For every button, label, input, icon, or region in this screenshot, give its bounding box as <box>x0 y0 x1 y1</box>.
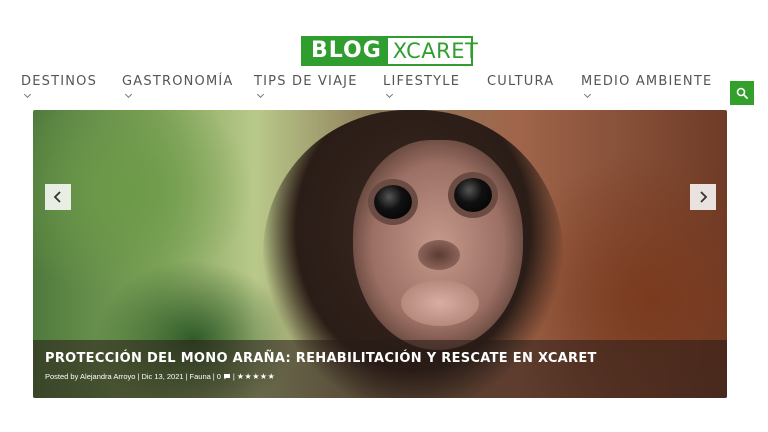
chevron-down-icon <box>583 90 592 99</box>
nav-item-label: DESTINOS <box>21 74 98 89</box>
nav-item-label: GASTRONOMÍA <box>122 74 234 89</box>
monkey-eye <box>454 178 492 212</box>
chevron-down-icon <box>385 90 394 99</box>
chevron-down-icon <box>124 90 133 99</box>
nav-item-label: CULTURA <box>487 74 555 89</box>
meta-separator: | <box>137 372 140 381</box>
nav-item-label: MEDIO AMBIENTE <box>581 74 713 89</box>
comment-count[interactable]: 0 <box>217 372 221 381</box>
logo-blog-text: BLOG <box>303 38 388 64</box>
meta-separator: | <box>212 372 215 381</box>
slide-caption: PROTECCIÓN DEL MONO ARAÑA: REHABILITACIÓ… <box>33 340 727 398</box>
chevron-left-icon <box>53 191 61 203</box>
featured-slider[interactable]: PROTECCIÓN DEL MONO ARAÑA: REHABILITACIÓ… <box>33 110 727 398</box>
slide-meta: Posted by Alejandra Arroyo | Dic 13, 202… <box>45 372 715 381</box>
nav-item-tips-de-viaje[interactable]: TIPS DE VIAJE <box>254 74 358 99</box>
rating-stars: ★★★★★ <box>236 372 276 381</box>
nav-item-lifestyle[interactable]: LIFESTYLE <box>383 74 461 99</box>
slider-prev-button[interactable] <box>45 184 71 210</box>
nav-item-gastronomia[interactable]: GASTRONOMÍA <box>122 74 234 99</box>
site-logo[interactable]: BLOG XCARET <box>301 36 478 66</box>
logo-xcaret-text: XCARET <box>392 39 479 63</box>
comment-icon <box>223 374 230 380</box>
meta-separator: | <box>232 372 235 381</box>
nav-item-destinos[interactable]: DESTINOS <box>21 74 98 99</box>
search-button[interactable] <box>730 81 754 105</box>
meta-separator: | <box>185 372 188 381</box>
chevron-down-icon <box>256 90 265 99</box>
chevron-down-icon <box>23 90 32 99</box>
main-nav: DESTINOS GASTRONOMÍA TIPS DE VIAJE LIFES… <box>0 74 768 100</box>
nav-item-medio-ambiente[interactable]: MEDIO AMBIENTE <box>581 74 713 99</box>
chevron-right-icon <box>700 191 708 203</box>
nav-item-cultura[interactable]: CULTURA <box>487 74 554 89</box>
search-icon <box>736 87 748 99</box>
post-author[interactable]: Posted by Alejandra Arroyo <box>45 372 135 381</box>
nav-item-label: TIPS DE VIAJE <box>254 74 358 89</box>
monkey-nose <box>418 240 460 270</box>
post-category[interactable]: Fauna <box>190 372 211 381</box>
slider-next-button[interactable] <box>690 184 716 210</box>
monkey-mouth <box>401 280 479 326</box>
nav-item-label: LIFESTYLE <box>383 74 461 89</box>
post-date: Dic 13, 2021 <box>141 372 184 381</box>
slide-title[interactable]: PROTECCIÓN DEL MONO ARAÑA: REHABILITACIÓ… <box>45 351 715 366</box>
monkey-eye <box>374 185 412 219</box>
